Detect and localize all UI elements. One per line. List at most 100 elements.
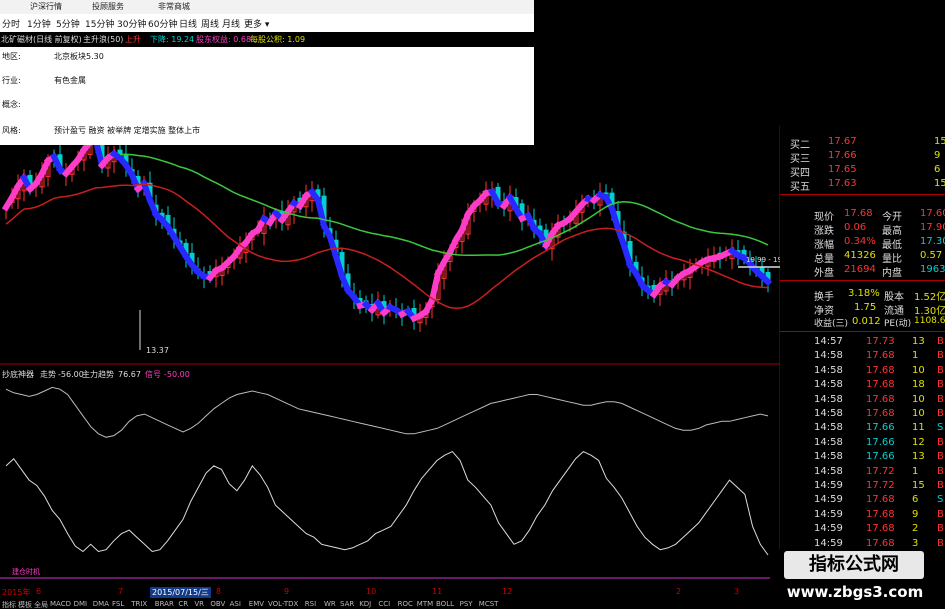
trade-price: 17.68	[866, 350, 895, 362]
indicator-tab[interactable]: RSI	[305, 600, 316, 608]
trade-volume: 9	[912, 508, 919, 520]
period-tab-15min[interactable]: 15分钟	[85, 17, 114, 30]
order-price: 17.66	[828, 150, 857, 161]
trade-time: 14:57	[814, 336, 843, 347]
indicator-tab[interactable]: ASI	[230, 600, 241, 608]
indicator-name[interactable]: 主升浪(50)	[83, 34, 123, 45]
period-tab-month[interactable]: 月线	[222, 17, 240, 30]
indicator-tab[interactable]: KDJ	[359, 600, 371, 608]
order-volume: 9	[934, 150, 941, 161]
stat-label: 换手	[814, 292, 834, 303]
panel-divider	[780, 331, 945, 332]
trade-side: B	[937, 364, 944, 376]
quote-label: 内盘	[882, 268, 902, 279]
indicator-tab[interactable]: WR	[324, 600, 336, 608]
quote-value: 17.60	[920, 208, 945, 219]
info-label-style: 风格:	[2, 126, 21, 135]
indicator-tab[interactable]: OBV	[210, 600, 225, 608]
indicator-tab[interactable]: 全局	[34, 600, 48, 609]
period-tab-5min[interactable]: 5分钟	[56, 17, 80, 30]
indicator-tab[interactable]: VR	[194, 600, 204, 608]
period-tab-fenshi[interactable]: 分时	[2, 17, 20, 30]
info-label-concept: 概念:	[2, 100, 21, 109]
watermark-url: www.zbgs3.com	[786, 583, 924, 601]
indicator-tab[interactable]: 模板	[18, 600, 32, 609]
trade-time: 14:58	[814, 408, 843, 419]
indicator-tab[interactable]: DMI	[74, 600, 88, 608]
stat-label: 收益(三)	[814, 319, 849, 329]
indicator-tab[interactable]: MCST	[479, 600, 499, 608]
menu-item-market[interactable]: 沪深行情	[30, 1, 62, 12]
trade-time: 14:59	[814, 494, 843, 506]
stat-value: 1.75	[854, 302, 877, 313]
sub-series-label: 走势	[40, 369, 56, 379]
trade-side: B	[937, 379, 944, 391]
indicator-tab[interactable]: DMA	[93, 600, 109, 608]
order-volume: 15	[934, 136, 945, 147]
trade-row: 14:58 17.66 13 B	[780, 451, 945, 465]
indicator-tab[interactable]: VOL-TDX	[268, 600, 298, 608]
order-price: 17.65	[828, 164, 857, 175]
trade-row: 14:59 17.68 9 B	[780, 509, 945, 523]
indicator-tab[interactable]: TRIX	[131, 600, 147, 608]
trade-price: 17.68	[866, 408, 895, 419]
trade-price: 17.68	[866, 523, 895, 535]
sub-series-value: -56.00	[58, 370, 84, 379]
trend-line	[5, 386, 769, 438]
order-book-row: 买二 17.67 15	[780, 136, 945, 151]
period-tab-1min[interactable]: 1分钟	[27, 17, 51, 30]
indicator-tab[interactable]: EMV	[249, 600, 264, 608]
top-menu-bar: 沪深行情 投顾服务 非常商城	[0, 0, 534, 14]
period-tab-more[interactable]: 更多 ▾	[244, 17, 269, 30]
quote-value: 17.90	[920, 222, 945, 233]
indicator-tab[interactable]: SAR	[340, 600, 354, 608]
trade-time: 14:58	[814, 422, 843, 434]
stat-value: 1.30亿	[914, 306, 945, 317]
trade-row: 14:58 17.66 12 B	[780, 437, 945, 451]
date-label: 9	[284, 587, 290, 596]
indicator-tab[interactable]: CR	[178, 600, 188, 608]
indicator-down-value: 下降: 19.24	[150, 35, 195, 44]
trade-volume: 15	[912, 480, 925, 491]
trade-time: 14:59	[814, 480, 843, 491]
stat-label: 股本	[884, 292, 904, 303]
date-label: 12	[502, 587, 513, 596]
indicator-tab[interactable]: MTM	[417, 600, 433, 608]
trade-side: B	[937, 451, 944, 463]
quote-row: 总量 41326 量比 0.57	[780, 250, 945, 265]
date-label: 6	[36, 587, 42, 596]
period-tab-day[interactable]: 日线	[179, 17, 197, 30]
sub-indicator-title: 抄底神器	[2, 369, 34, 379]
period-tab-30min[interactable]: 30分钟	[117, 17, 146, 30]
menu-item-advisor[interactable]: 投顾服务	[92, 1, 124, 12]
indicator-tab[interactable]: BRAR	[155, 600, 174, 608]
date-label: 11	[432, 587, 443, 596]
period-tab-60min[interactable]: 60分钟	[148, 17, 177, 30]
indicator-up-label: 上升	[125, 35, 141, 44]
indicator-tab[interactable]: ROC	[398, 600, 413, 608]
trade-side: B	[937, 393, 944, 405]
trade-volume: 12	[912, 436, 925, 448]
order-price: 17.67	[828, 136, 857, 147]
trade-price: 17.72	[866, 480, 895, 491]
menu-item-mall[interactable]: 非常商城	[158, 1, 190, 12]
quote-label: 最低	[882, 240, 902, 251]
trade-side: B	[937, 508, 944, 520]
trade-volume: 1	[912, 465, 919, 477]
downtrend-band	[757, 272, 773, 287]
indicator-tab[interactable]: PSY	[460, 600, 473, 608]
trade-side: B	[937, 436, 944, 448]
quote-value: 0.06	[844, 222, 867, 233]
quote-row: 现价 17.68 今开 17.60	[780, 208, 945, 223]
stat-row: 净资 1.75 流通 1.30亿	[780, 302, 945, 317]
indicator-tab[interactable]: FSL	[112, 600, 124, 608]
trade-time: 14:58	[814, 379, 843, 391]
quote-label: 今开	[882, 212, 902, 223]
indicator-tab[interactable]: BOLL	[436, 600, 454, 608]
indicator-tab[interactable]: MACD	[50, 600, 71, 608]
period-tab-week[interactable]: 周线	[201, 17, 219, 30]
indicator-tab[interactable]: 指标	[2, 600, 16, 609]
indicator-tab[interactable]: CCI	[378, 600, 390, 608]
order-volume: 6	[934, 164, 941, 175]
info-label-region: 地区:	[2, 52, 21, 61]
